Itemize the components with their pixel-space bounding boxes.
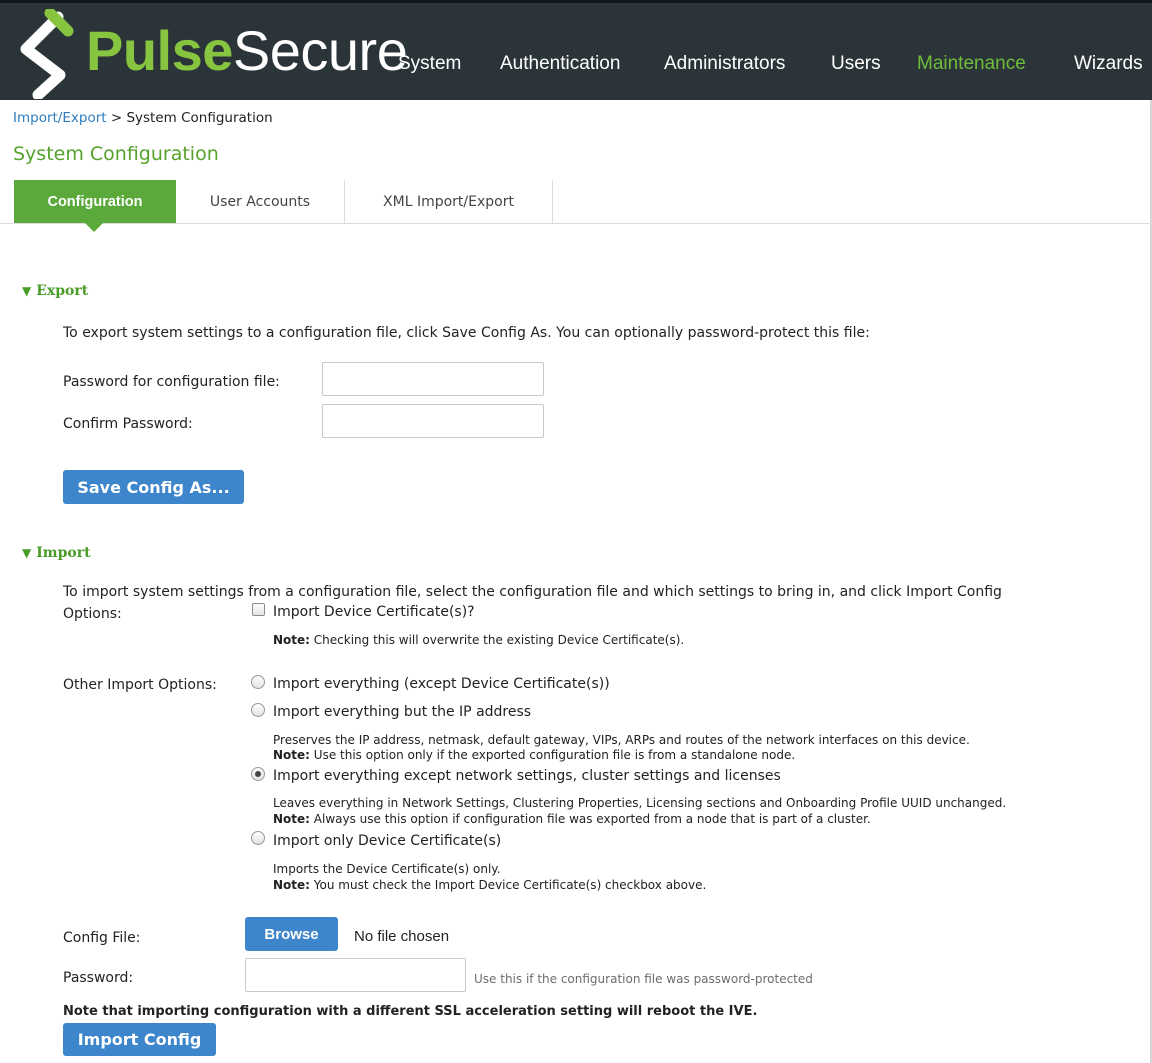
import-section-toggle[interactable]: ▼ Import — [22, 545, 91, 561]
export-description: To export system settings to a configura… — [63, 325, 870, 341]
brand-name-part2: Secure — [232, 19, 408, 82]
top-navigation-bar: PulseSecure System Authentication Admini… — [0, 0, 1152, 100]
brand-name-part1: Pulse — [86, 19, 233, 82]
radio-import-except-network[interactable] — [251, 767, 265, 781]
page-title: System Configuration — [13, 143, 219, 165]
no-file-chosen-text: No file chosen — [354, 928, 450, 945]
radio-import-only-device-certificate[interactable] — [251, 831, 265, 845]
nav-item-authentication[interactable]: Authentication — [500, 53, 620, 75]
import-password-hint: Use this if the configuration file was p… — [474, 972, 813, 986]
export-heading: Export — [36, 283, 89, 299]
nav-item-administrators[interactable]: Administrators — [664, 53, 785, 75]
import-description: To import system settings from a configu… — [63, 584, 1002, 600]
note-bold: Note: — [273, 812, 310, 826]
nav-item-users[interactable]: Users — [831, 53, 881, 75]
import-heading: Import — [36, 545, 91, 561]
import-password-input[interactable] — [245, 958, 466, 992]
other-import-options-label: Other Import Options: — [63, 677, 217, 693]
tab-bar: Configuration User Accounts XML Import/E… — [0, 180, 1152, 224]
radio-import-everything-label: Import everything (except Device Certifi… — [273, 676, 610, 692]
breadcrumb-current: System Configuration — [126, 110, 273, 126]
breadcrumb-separator: > — [110, 110, 123, 126]
active-tab-indicator — [85, 223, 103, 232]
note-text: Checking this will overwrite the existin… — [309, 633, 685, 647]
note-bold: Note: — [273, 748, 310, 762]
import-device-certificate-label: Import Device Certificate(s)? — [273, 604, 475, 620]
breadcrumb-link-import-export[interactable]: Import/Export — [13, 110, 107, 126]
note-text: Always use this option if configuration … — [309, 812, 871, 826]
ssl-warning-note: Note that importing configuration with a… — [63, 1004, 758, 1019]
option-description: Imports the Device Certificate(s) only. — [273, 862, 501, 876]
tab-configuration[interactable]: Configuration — [14, 180, 176, 223]
import-options-label: Options: — [63, 606, 122, 622]
export-password-input[interactable] — [322, 362, 544, 396]
note-text: You must check the Import Device Certifi… — [309, 878, 707, 892]
tab-user-accounts[interactable]: User Accounts — [176, 180, 345, 223]
option-note: Note: Use this option only if the export… — [273, 748, 795, 762]
option-note: Note: Always use this option if configur… — [273, 812, 871, 826]
nav-item-system[interactable]: System — [398, 53, 461, 75]
pulse-secure-logo-icon — [20, 9, 74, 99]
brand-name: PulseSecure — [86, 19, 408, 82]
config-file-label: Config File: — [63, 930, 141, 946]
browse-button[interactable]: Browse — [245, 917, 338, 951]
radio-import-except-network-label: Import everything except network setting… — [273, 768, 781, 784]
note-text: Use this option only if the exported con… — [309, 748, 796, 762]
import-password-label: Password: — [63, 970, 134, 986]
chevron-down-icon: ▼ — [22, 546, 32, 560]
breadcrumb: Import/Export > System Configuration — [13, 110, 273, 126]
option-note: Note: You must check the Import Device C… — [273, 878, 706, 892]
radio-import-everything-but-ip[interactable] — [251, 703, 265, 717]
radio-import-everything-but-ip-label: Import everything but the IP address — [273, 704, 532, 720]
import-config-button[interactable]: Import Config — [63, 1023, 216, 1056]
save-config-as-button[interactable]: Save Config As... — [63, 470, 244, 504]
note-bold: Note: — [273, 878, 310, 892]
export-confirm-label: Confirm Password: — [63, 416, 193, 432]
nav-item-maintenance[interactable]: Maintenance — [917, 53, 1026, 75]
export-confirm-password-input[interactable] — [322, 404, 544, 438]
radio-import-only-device-certificate-label: Import only Device Certificate(s) — [273, 833, 502, 849]
option-description: Preserves the IP address, netmask, defau… — [273, 733, 970, 747]
export-password-label: Password for configuration file: — [63, 374, 280, 390]
device-certificate-note: Note: Checking this will overwrite the e… — [273, 633, 684, 647]
option-description: Leaves everything in Network Settings, C… — [273, 796, 1007, 810]
export-section-toggle[interactable]: ▼ Export — [22, 283, 88, 299]
note-bold: Note: — [273, 633, 310, 647]
radio-import-everything[interactable] — [251, 675, 265, 689]
nav-item-wizards[interactable]: Wizards — [1074, 53, 1143, 75]
import-device-certificate-checkbox[interactable] — [252, 603, 265, 616]
tab-xml-import-export[interactable]: XML Import/Export — [345, 180, 553, 223]
chevron-down-icon: ▼ — [22, 284, 32, 298]
